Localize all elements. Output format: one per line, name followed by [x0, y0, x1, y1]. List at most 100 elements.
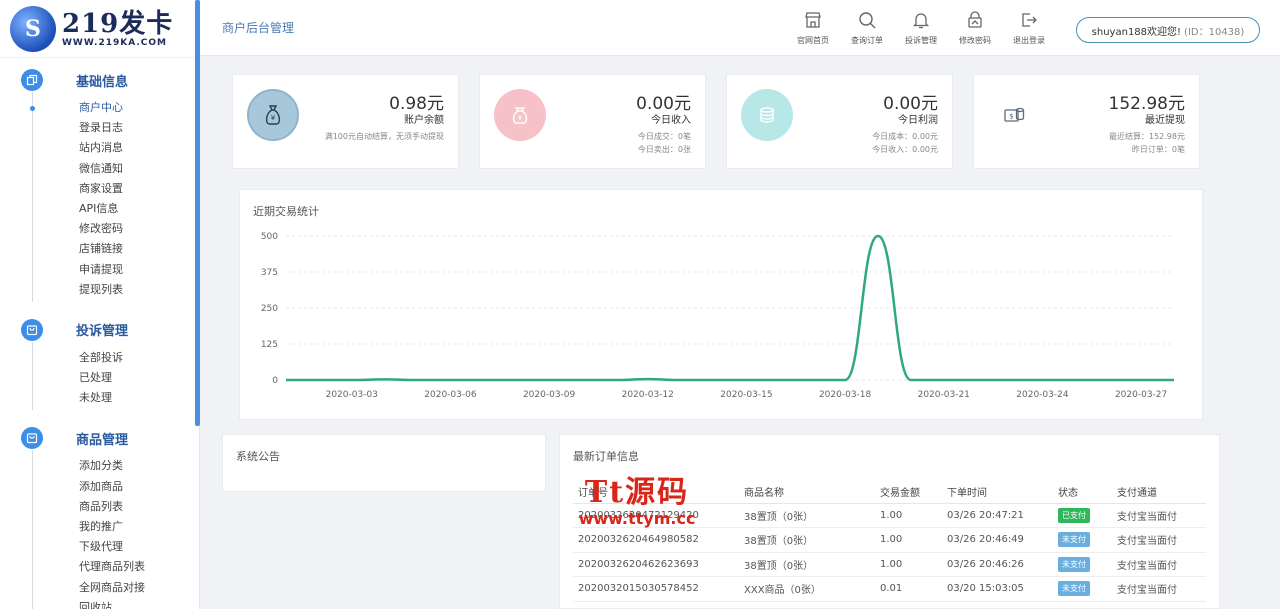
top-header: 商户后台管理 官网首页 查询订单 投诉管理 修改密码 退出登录 shuyan18… [200, 0, 1280, 56]
logo-text: 219发卡 WWW.219KA.COM [62, 10, 173, 48]
x-tick-label: 2020-03-21 [918, 390, 970, 400]
withdraw-icon-circle: $ [988, 89, 1040, 141]
svg-text:¥: ¥ [518, 114, 523, 122]
sidebar-item[interactable]: 添加分类 [0, 456, 196, 476]
order-amount: 1.00 [875, 552, 942, 577]
logo[interactable]: S 219发卡 WWW.219KA.COM [0, 0, 199, 58]
trade-line-chart: 0 125 250 375 500 2020-03-03 2020-03-06 2020-03… [261, 232, 1175, 400]
cash-icon: $ [1004, 107, 1025, 122]
order-id: 2020032620472129420 [573, 503, 739, 528]
order-status-cell: 未支付 [1053, 576, 1112, 602]
order-status-cell: 未支付 [1053, 527, 1112, 553]
sidebar-nav: 基础信息 商户中心 登录日志 站内消息 微信通知 商家设置 API信息 修改密码 店铺链接 申请提… [0, 62, 196, 609]
sidebar-item[interactable]: 代理商品列表 [0, 557, 196, 577]
status-badge: 未支付 [1058, 532, 1090, 548]
complaint-button[interactable]: 投诉管理 [897, 10, 945, 46]
stat-card-profit: 0.00元 今日利润 今日成本：0.00元 今日收入：0.00元 [726, 74, 953, 169]
x-tick-label: 2020-03-18 [819, 390, 872, 400]
copy-icon [21, 69, 43, 91]
order-status-cell: 未支付 [1053, 552, 1112, 577]
col-channel: 支付通道 [1112, 481, 1206, 504]
bag-icon [21, 318, 43, 341]
balance-icon-circle: ¥ [247, 89, 299, 141]
home-site-label: 官网首页 [797, 36, 829, 45]
order-id: 2020032620462623693 [573, 552, 739, 577]
order-id: 2020032015030578452 [573, 576, 739, 602]
sidebar-item[interactable]: 店铺链接 [0, 239, 196, 259]
order-product: 38置顶（0张） [739, 503, 875, 528]
nav-group-header[interactable]: 基础信息 [0, 62, 196, 98]
orders-title: 最新订单信息 [573, 450, 639, 463]
withdraw-sub-2: 昨日订单：0笔 [1131, 145, 1185, 154]
sidebar-item[interactable]: 未处理 [0, 388, 196, 408]
user-greeting: shuyan188欢迎您! [1091, 26, 1182, 38]
user-id: (ID：10438) [1184, 26, 1245, 38]
nav-group: 基础信息 商户中心 登录日志 站内消息 微信通知 商家设置 API信息 修改密码 店铺链接 申请提… [0, 62, 196, 302]
home-site-button[interactable]: 官网首页 [789, 10, 837, 46]
sidebar: S 219发卡 WWW.219KA.COM 基础信息 商户中心 登录日志 站内消息 微信… [0, 0, 200, 609]
notice-panel: 系统公告 [222, 434, 546, 492]
sidebar-item[interactable]: 商家设置 [0, 179, 196, 199]
sidebar-item[interactable]: 全部投诉 [0, 348, 196, 368]
sidebar-item[interactable]: 站内消息 [0, 138, 196, 158]
edit-lock-icon [968, 11, 982, 28]
change-password-button[interactable]: 修改密码 [951, 10, 999, 46]
sidebar-item[interactable]: 商品列表 [0, 497, 196, 517]
stat-card-balance: ¥ 0.98元 账户余额 满100元自动结算，无须手动提现 [232, 74, 459, 169]
stat-card-withdraw: $ 152.98元 最近提现 最近结算：152.98元 昨日订单：0笔 [973, 74, 1200, 169]
orders-panel: 最新订单信息 订单号 商品名称 交易金额 下单时间 状态 支付通道 202003… [559, 434, 1220, 609]
sidebar-item[interactable]: 修改密码 [0, 219, 196, 239]
order-row[interactable]: 2020032620472129420 38置顶（0张） 1.00 03/26 20:… [573, 503, 1206, 528]
withdraw-sub-1: 最近结算：152.98元 [1109, 132, 1185, 141]
order-channel: 支付宝当面付 [1112, 503, 1206, 528]
coins-icon [760, 107, 774, 123]
col-time: 下单时间 [942, 481, 1053, 504]
x-tick-label: 2020-03-15 [720, 390, 772, 400]
sidebar-item[interactable]: 申请提现 [0, 260, 196, 280]
sidebar-item[interactable]: 已处理 [0, 368, 196, 388]
col-status: 状态 [1053, 481, 1112, 504]
order-time: 03/26 20:46:49 [942, 527, 1053, 553]
sidebar-item[interactable]: 添加商品 [0, 477, 196, 497]
user-pill[interactable]: shuyan188欢迎您! (ID：10438) [1076, 17, 1260, 43]
logout-button[interactable]: 退出登录 [1005, 10, 1053, 46]
sidebar-item[interactable]: 登录日志 [0, 118, 196, 138]
x-tick-label: 2020-03-03 [326, 390, 378, 400]
col-order-id: 订单号 [573, 481, 739, 504]
sidebar-item[interactable]: 提现列表 [0, 280, 196, 300]
status-badge: 未支付 [1058, 556, 1090, 572]
sidebar-item[interactable]: 微信通知 [0, 159, 196, 179]
sidebar-item[interactable]: API信息 [0, 199, 196, 219]
orders-table: 订单号 商品名称 交易金额 下单时间 状态 支付通道 2020032620472… [573, 481, 1206, 602]
withdraw-label: 最近提现 [1145, 115, 1185, 126]
brand-title: 219发卡 [62, 8, 174, 39]
order-amount: 1.00 [875, 527, 942, 553]
nav-group-header[interactable]: 投诉管理 [0, 312, 196, 348]
query-order-button[interactable]: 查询订单 [843, 10, 891, 46]
sidebar-item[interactable]: 下级代理 [0, 537, 196, 557]
order-row[interactable]: 2020032620464980582 38置顶（0张） 1.00 03/26 20:… [573, 527, 1206, 553]
sidebar-item[interactable]: 全网商品对接 [0, 578, 196, 598]
order-row[interactable]: 2020032620462623693 38置顶（0张） 1.00 03/26 20:… [573, 552, 1206, 577]
order-channel: 支付宝当面付 [1112, 576, 1206, 602]
sidebar-item[interactable]: 回收站 [0, 598, 196, 609]
sidebar-item[interactable]: 商户中心 [0, 98, 196, 118]
svg-text:¥: ¥ [271, 114, 276, 122]
sidebar-item[interactable]: 我的推广 [0, 517, 196, 537]
profit-label: 今日利润 [898, 115, 938, 126]
profit-sub-2: 今日收入：0.00元 [872, 145, 938, 154]
nav-group-title: 投诉管理 [76, 324, 129, 340]
complaint-label: 投诉管理 [905, 36, 937, 45]
income-label: 今日收入 [651, 115, 691, 126]
order-row[interactable]: 2020032015030578452 XXX商品（0张） 0.01 03/20 15… [573, 576, 1206, 602]
logo-mark: S [10, 5, 56, 52]
profit-icon-circle [741, 89, 793, 141]
order-id: 2020032620464980582 [573, 527, 739, 553]
brand-subtitle: WWW.219KA.COM [62, 37, 167, 48]
profit-sub-1: 今日成本：0.00元 [872, 132, 938, 141]
order-time: 03/20 15:03:05 [942, 576, 1053, 602]
order-time: 03/26 20:47:21 [942, 503, 1053, 528]
y-tick-label: 375 [261, 268, 278, 278]
nav-group-header[interactable]: 商品管理 [0, 420, 196, 456]
y-tick-label: 125 [261, 340, 278, 350]
